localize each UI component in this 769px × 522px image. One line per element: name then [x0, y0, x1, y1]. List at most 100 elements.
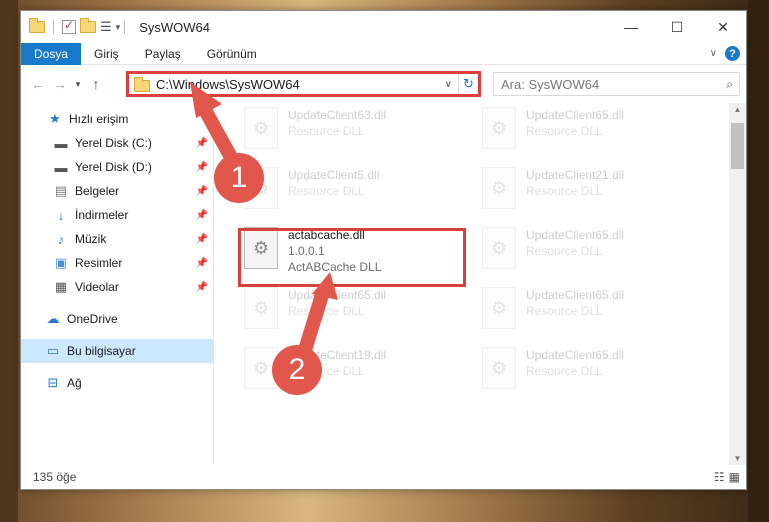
nav-item-label: Yerel Disk (C:): [75, 136, 152, 150]
nav-item-label: Belgeler: [75, 184, 120, 198]
file-desc: Resource DLL: [526, 304, 603, 318]
navigation-row: ← → ▾ ↑ C:\Windows\SysWOW64 ∨ ↻ Ara: Sys…: [21, 69, 746, 99]
nav-item-pictures[interactable]: ▣ Resimler 📌: [21, 251, 214, 275]
drive-icon: ▬: [54, 159, 68, 175]
nav-item-network[interactable]: ⊟ Ağ: [21, 371, 214, 395]
pin-icon[interactable]: 📌: [196, 210, 208, 221]
nav-item-label: İndirmeler: [75, 208, 129, 222]
help-icon[interactable]: ?: [725, 46, 740, 61]
dll-file-icon: [482, 227, 516, 269]
search-icon[interactable]: ⌕: [726, 77, 733, 92]
search-box[interactable]: Ara: SysWOW64 ⌕: [493, 72, 740, 96]
nav-item-local-disk-c[interactable]: ▬ Yerel Disk (C:) 📌: [21, 131, 214, 155]
nav-item-label: Hızlı erişim: [69, 112, 129, 126]
back-arrow-icon[interactable]: ←: [27, 76, 49, 92]
nav-item-local-disk-d[interactable]: ▬ Yerel Disk (D:) 📌: [21, 155, 214, 179]
file-tile[interactable]: UpdateClient65.dll Resource DLL: [478, 343, 708, 399]
list-props-icon[interactable]: ☰: [100, 19, 112, 35]
properties-check-icon[interactable]: [62, 18, 76, 34]
nav-item-documents[interactable]: ▤ Belgeler 📌: [21, 179, 214, 203]
tab-gorunum[interactable]: Görünüm: [194, 43, 270, 65]
pin-icon[interactable]: 📌: [196, 162, 208, 173]
background-trunk: [0, 0, 18, 522]
file-tile[interactable]: UpdateClient65.dll Resource DLL: [478, 103, 708, 159]
toolbar-separator: [53, 20, 54, 34]
scroll-thumb[interactable]: [731, 123, 744, 169]
pictures-icon: ▣: [54, 255, 68, 270]
navigation-pane: ★ Hızlı erişim ▬ Yerel Disk (C:) 📌 ▬ Yer…: [21, 107, 214, 464]
nav-item-label: Müzik: [75, 232, 107, 246]
up-arrow-icon[interactable]: ↑: [85, 76, 107, 92]
item-count: 135 öğe: [33, 470, 77, 484]
pin-icon[interactable]: 📌: [196, 258, 208, 269]
nav-item-label: Bu bilgisayar: [67, 344, 136, 358]
folder-icon[interactable]: [29, 18, 45, 33]
scroll-down-icon[interactable]: ▼: [729, 454, 746, 463]
scroll-up-icon[interactable]: ▲: [729, 105, 746, 114]
music-icon: ♪: [57, 231, 65, 247]
file-tile[interactable]: UpdateClient65.dll Resource DLL: [240, 283, 470, 339]
pin-icon[interactable]: 📌: [196, 282, 208, 293]
documents-icon: ▤: [54, 183, 68, 198]
cloud-icon: ☁: [46, 311, 60, 326]
tab-dosya[interactable]: Dosya: [21, 42, 82, 65]
nav-item-this-pc[interactable]: ▭ Bu bilgisayar: [21, 339, 214, 363]
file-desc: Resource DLL: [288, 124, 365, 138]
file-desc: Resource DLL: [526, 184, 603, 198]
maximize-button[interactable]: ☐: [654, 11, 700, 43]
address-path[interactable]: C:\Windows\SysWOW64: [156, 77, 300, 92]
forward-arrow-icon[interactable]: →: [49, 76, 71, 92]
nav-item-label: Ağ: [67, 376, 82, 390]
search-input[interactable]: Ara: SysWOW64: [501, 77, 599, 92]
quick-access-toolbar: ☰ ▾: [29, 18, 121, 35]
nav-item-music[interactable]: ♪ Müzik 📌: [21, 227, 214, 251]
refresh-icon[interactable]: ↻: [458, 74, 478, 94]
close-button[interactable]: ✕: [700, 11, 746, 43]
file-desc: Resource DLL: [526, 244, 603, 258]
nav-item-label: Videolar: [75, 280, 119, 294]
file-tile[interactable]: UpdateClient21.dll Resource DLL: [478, 163, 708, 219]
customize-dropdown-icon[interactable]: ▾: [116, 22, 121, 33]
step-badge-2: 2: [272, 345, 322, 395]
tiles-view-icon[interactable]: ▦: [729, 470, 740, 484]
status-bar: 135 öğe ☷ ▦: [21, 465, 746, 489]
nav-item-quick-access[interactable]: ★ Hızlı erişim: [21, 107, 214, 131]
pin-icon[interactable]: 📌: [196, 186, 208, 197]
pin-icon[interactable]: 📌: [196, 234, 208, 245]
address-bar[interactable]: C:\Windows\SysWOW64 ∨ ↻: [126, 71, 481, 97]
file-name: UpdateClient5.dll: [288, 168, 380, 182]
file-tile[interactable]: UpdateClient63.dll Resource DLL: [240, 103, 470, 159]
download-icon: ↓: [57, 207, 65, 223]
file-desc: Resource DLL: [526, 364, 603, 378]
recent-dropdown-icon[interactable]: ▾: [71, 79, 85, 90]
vertical-scrollbar[interactable]: ▲ ▼: [729, 103, 746, 465]
window-title: SysWOW64: [139, 19, 210, 35]
ribbon-right-controls: ∨ ?: [710, 46, 740, 61]
window-controls: — ☐ ✕: [608, 11, 746, 43]
address-dropdown-icon[interactable]: ∨: [445, 79, 452, 90]
nav-item-label: OneDrive: [67, 312, 118, 326]
file-tile[interactable]: UpdateClient65.dll Resource DLL: [478, 283, 708, 339]
title-bar: ☰ ▾ SysWOW64 — ☐ ✕: [21, 11, 746, 43]
nav-item-downloads[interactable]: ↓ İndirmeler 📌: [21, 203, 214, 227]
details-view-icon[interactable]: ☷: [714, 470, 725, 484]
nav-item-videos[interactable]: ▦ Videolar 📌: [21, 275, 214, 299]
tab-giris[interactable]: Giriş: [81, 43, 132, 65]
file-name: UpdateClient65.dll: [526, 288, 625, 302]
expand-ribbon-icon[interactable]: ∨: [710, 48, 717, 59]
dll-file-icon: [244, 107, 278, 149]
file-name: UpdateClient65.dll: [526, 348, 625, 362]
tab-paylas[interactable]: Paylaş: [132, 43, 194, 65]
star-icon: ★: [49, 111, 61, 126]
pin-icon[interactable]: 📌: [196, 138, 208, 149]
new-folder-icon[interactable]: [80, 18, 96, 33]
nav-item-onedrive[interactable]: ☁ OneDrive: [21, 307, 214, 331]
file-tile[interactable]: UpdateClient65.dll Resource DLL: [478, 223, 708, 279]
file-name: UpdateClient65.dll: [526, 228, 625, 242]
dll-file-icon: [482, 347, 516, 389]
view-toggle: ☷ ▦: [714, 470, 740, 484]
file-name: UpdateClient21.dll: [526, 168, 625, 182]
ribbon-tabs: Dosya Giriş Paylaş Görünüm ∨ ?: [21, 42, 746, 65]
minimize-button[interactable]: —: [608, 11, 654, 43]
file-tile[interactable]: UpdateClient5.dll Resource DLL: [240, 163, 470, 219]
